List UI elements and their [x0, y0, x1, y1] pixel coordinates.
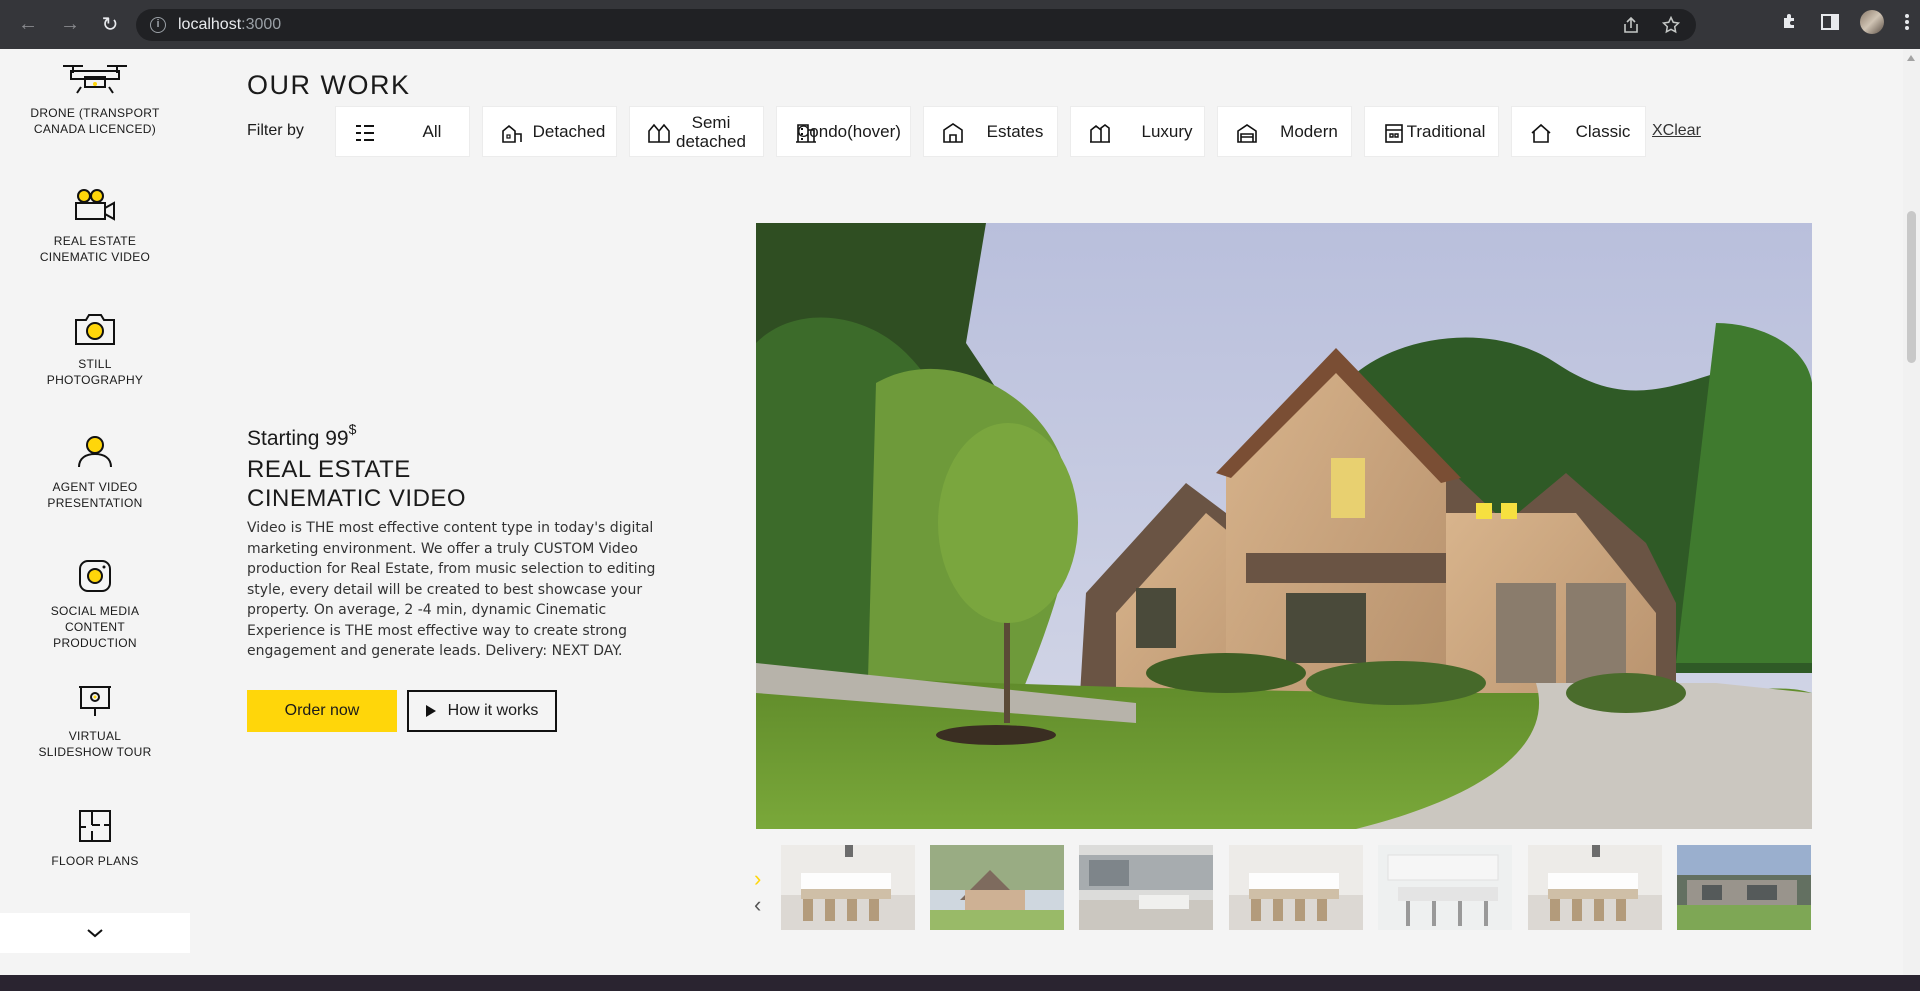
chevron-down-icon: [87, 929, 103, 938]
projector-icon: [79, 686, 111, 716]
scrollbar-thumb[interactable]: [1907, 211, 1916, 363]
side-panel-icon[interactable]: [1820, 12, 1840, 32]
how-it-works-label: How it works: [447, 702, 539, 719]
detached-house-icon: [501, 122, 523, 144]
filter-label: Filter by: [247, 122, 304, 139]
clear-filters-link[interactable]: XClear: [1652, 122, 1701, 140]
sidebar-item-label: DRONE (TRANSPORT CANADA LICENCED): [30, 106, 160, 136]
reload-icon[interactable]: ↻: [96, 11, 124, 39]
filter-classic[interactable]: Classic: [1511, 106, 1646, 157]
sidebar-item-label: REAL ESTATE CINEMATIC VIDEO: [39, 234, 151, 264]
extensions-icon[interactable]: [1780, 12, 1800, 32]
thumbnail-3[interactable]: [1079, 845, 1213, 930]
estate-icon: [942, 122, 964, 144]
taskbar-strip: [0, 975, 1920, 991]
feature-description: Video is THE most effective content type…: [247, 520, 656, 659]
thumbnail-5[interactable]: [1378, 845, 1512, 930]
floor-plan-icon: [79, 810, 111, 842]
filter-label-text: All: [422, 122, 442, 141]
thumbnail-prev-icon[interactable]: ‹: [754, 892, 761, 918]
feature-title-line2: CINEMATIC VIDEO: [247, 485, 467, 512]
thumbnail-4[interactable]: [1229, 845, 1363, 930]
page-title: OUR WORK: [247, 70, 411, 100]
filter-label-text: Detached: [532, 122, 606, 141]
price-label: Starting 99$: [247, 421, 357, 450]
classic-house-icon: [1530, 122, 1552, 144]
browser-toolbar: ← → ↻ i localhost:3000: [0, 0, 1920, 49]
sidebar-item-floor-plans[interactable]: FLOOR PLANS: [0, 809, 190, 869]
back-icon[interactable]: ←: [14, 11, 42, 39]
page-viewport: DRONE (TRANSPORT CANADA LICENCED) REAL E…: [0, 49, 1903, 975]
filter-luxury[interactable]: Luxury: [1070, 106, 1205, 157]
sidebar-item-label: AGENT VIDEO PRESENTATION: [47, 480, 143, 510]
address-bar[interactable]: i localhost:3000: [136, 9, 1696, 41]
feature-title-line1: REAL ESTATE: [247, 456, 411, 483]
drone-icon: [63, 65, 127, 94]
modern-house-icon: [1236, 122, 1258, 144]
filter-traditional[interactable]: Traditional: [1364, 106, 1499, 157]
filter-all[interactable]: All: [335, 106, 470, 157]
sidebar-item-agent-video[interactable]: AGENT VIDEO PRESENTATION: [0, 435, 190, 511]
scroll-up-icon[interactable]: [1907, 55, 1915, 61]
filter-label-text: Semi detached: [676, 112, 746, 151]
sidebar-scroll-down[interactable]: [0, 913, 190, 953]
how-it-works-button[interactable]: How it works: [407, 690, 557, 732]
play-icon: [425, 705, 436, 717]
service-sidebar: DRONE (TRANSPORT CANADA LICENCED) REAL E…: [0, 49, 190, 913]
thumbnail-2[interactable]: [930, 845, 1064, 930]
site-info-icon[interactable]: i: [150, 17, 166, 33]
camera-icon: [75, 314, 115, 345]
profile-avatar[interactable]: [1860, 10, 1884, 34]
filter-label-text: Luxury: [1141, 122, 1193, 141]
url-text: localhost:3000: [178, 16, 282, 33]
filter-label-text: Estates: [986, 122, 1044, 141]
person-icon: [78, 436, 112, 468]
thumbnail-next-icon[interactable]: ›: [754, 866, 761, 892]
sidebar-item-label: STILL PHOTOGRAPHY: [46, 357, 144, 387]
kebab-menu-icon[interactable]: [1904, 13, 1910, 31]
share-icon[interactable]: [1622, 16, 1640, 34]
page-scrollbar[interactable]: [1903, 49, 1920, 975]
order-now-button[interactable]: Order now: [247, 690, 397, 732]
filter-detached[interactable]: Detached: [482, 106, 617, 157]
filter-label-text: Condo(hover): [797, 122, 901, 141]
sidebar-item-social-media[interactable]: SOCIAL MEDIA CONTENT PRODUCTION: [0, 559, 190, 651]
main-property-photo: [756, 223, 1812, 829]
filter-semi-detached[interactable]: Semi detached: [629, 106, 764, 157]
video-camera-icon: [75, 189, 115, 221]
filter-label-text: Modern: [1280, 122, 1338, 141]
sidebar-item-slideshow[interactable]: VIRTUAL SLIDESHOW TOUR: [0, 684, 190, 760]
luxury-icon: [1089, 122, 1111, 144]
sidebar-item-drone[interactable]: DRONE (TRANSPORT CANADA LICENCED): [0, 63, 190, 137]
thumbnail-1[interactable]: [781, 845, 915, 930]
sidebar-item-cinematic-video[interactable]: REAL ESTATE CINEMATIC VIDEO: [0, 189, 190, 265]
filter-estates[interactable]: Estates: [923, 106, 1058, 157]
filter-modern[interactable]: Modern: [1217, 106, 1352, 157]
filter-label-text: Traditional: [1406, 122, 1486, 141]
filter-condo-hover[interactable]: Condo(hover): [776, 106, 911, 157]
filter-label-text: Classic: [1575, 122, 1631, 141]
instagram-icon: [79, 560, 111, 592]
sidebar-item-still-photography[interactable]: STILL PHOTOGRAPHY: [0, 312, 190, 388]
sidebar-item-label: SOCIAL MEDIA CONTENT PRODUCTION: [50, 604, 140, 650]
thumbnail-6[interactable]: [1528, 845, 1662, 930]
forward-icon[interactable]: →: [56, 11, 84, 39]
sidebar-item-label: FLOOR PLANS: [51, 854, 139, 868]
thumbnail-7[interactable]: [1677, 845, 1811, 930]
sidebar-item-label: VIRTUAL SLIDESHOW TOUR: [38, 729, 152, 759]
bookmark-star-icon[interactable]: [1662, 16, 1680, 34]
grid-list-icon: [354, 122, 376, 144]
